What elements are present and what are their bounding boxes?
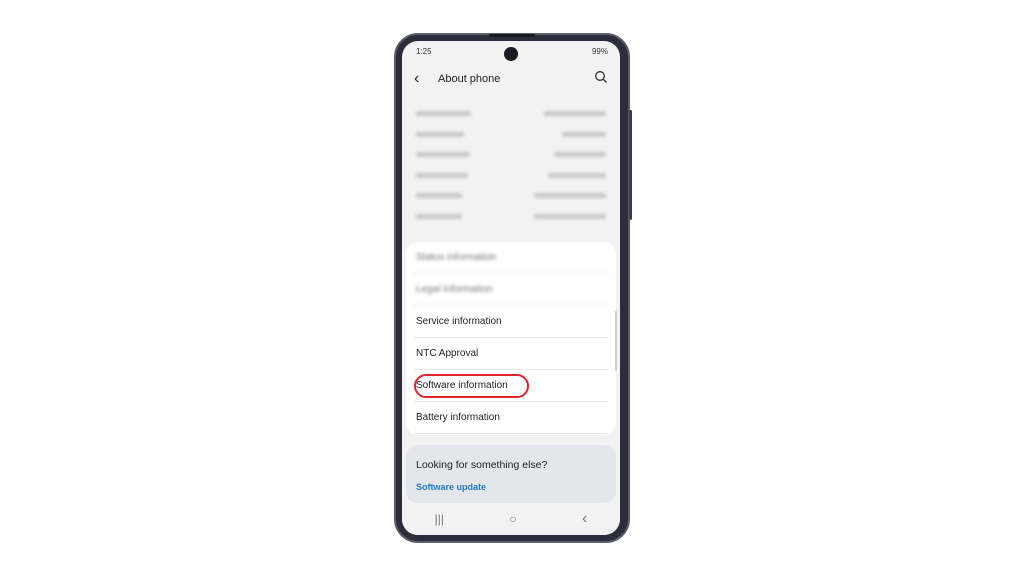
- search-icon[interactable]: [594, 70, 608, 84]
- page-title: About phone: [438, 73, 501, 85]
- app-header: ‹ About phone: [402, 67, 620, 91]
- menu-item-label: Service information: [416, 316, 502, 327]
- home-icon[interactable]: ○: [509, 512, 516, 526]
- menu-item-ntc-approval[interactable]: NTC Approval: [414, 338, 608, 370]
- blurred-info-row: [416, 149, 606, 159]
- screen: 1:25 99% ‹ About phone Status informatio…: [402, 41, 620, 535]
- navigation-bar: ||| ○ ‹: [402, 503, 620, 535]
- side-button: [629, 110, 632, 220]
- menu-item-label: Status information: [416, 252, 497, 263]
- speaker: [489, 34, 535, 37]
- menu-item-service-information[interactable]: Service information: [414, 306, 608, 338]
- chevron-left-icon[interactable]: ‹: [414, 70, 432, 88]
- menu-card: Status information Legal information Ser…: [406, 242, 616, 435]
- highlight-circle: [414, 374, 529, 398]
- menu-item-label: Battery information: [416, 412, 500, 423]
- blurred-info-row: [416, 170, 606, 180]
- status-battery: 99%: [591, 47, 608, 56]
- front-camera: [504, 47, 518, 61]
- blurred-info-row: [416, 108, 606, 118]
- software-update-link[interactable]: Software update: [416, 482, 486, 492]
- menu-item-status-information[interactable]: Status information: [414, 242, 608, 274]
- help-question: Looking for something else?: [416, 459, 548, 471]
- blurred-info-row: [416, 211, 606, 221]
- back-icon[interactable]: ‹: [582, 510, 587, 528]
- blurred-info-row: [416, 129, 606, 139]
- menu-item-label: Legal information: [416, 284, 493, 295]
- menu-item-label: NTC Approval: [416, 348, 479, 359]
- scrollbar[interactable]: [615, 311, 617, 371]
- blurred-info-row: [416, 190, 606, 200]
- menu-item-battery-information[interactable]: Battery information: [414, 402, 608, 434]
- status-time: 1:25: [416, 47, 432, 56]
- menu-item-legal-information[interactable]: Legal information: [414, 274, 608, 306]
- recents-icon[interactable]: |||: [435, 512, 444, 526]
- help-card: Looking for something else? Software upd…: [406, 445, 616, 503]
